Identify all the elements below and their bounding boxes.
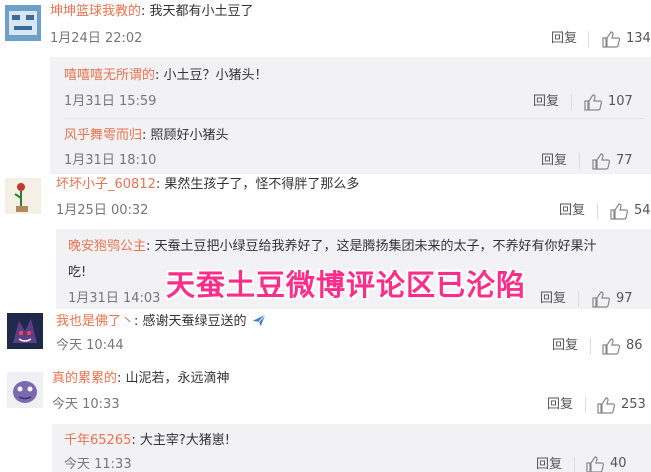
username-link[interactable]: 千年65265: [64, 433, 131, 448]
reply-text-continued: 吃!: [68, 264, 86, 282]
reply-button[interactable]: 回复: [551, 31, 577, 47]
like-button[interactable]: 54: [610, 202, 651, 220]
separator: [578, 291, 579, 307]
overlay-caption: 天蚕土豆微博评论区已沦陷: [166, 268, 527, 302]
avatar-image: [7, 372, 43, 408]
comment-body: 我也是佛了丶: 感谢天蚕绿豆送的: [56, 312, 267, 334]
reply-body: 风乎舞雩而归: 照顾好小猪头: [64, 127, 229, 145]
colon: :: [146, 239, 151, 254]
colon: :: [142, 128, 147, 143]
comment-text: 感谢天蚕绿豆送的: [142, 314, 247, 329]
username-link[interactable]: 晚安狍鸮公主: [68, 239, 146, 254]
reply-button[interactable]: 回复: [541, 153, 567, 169]
thumbs-up-icon: [586, 455, 604, 472]
separator: [571, 94, 572, 110]
timestamp: 1月31日 15:59: [64, 94, 157, 109]
colon: :: [141, 4, 146, 19]
separator: [574, 457, 575, 472]
username-link[interactable]: 坏坏小子_60812: [56, 177, 156, 192]
thumbs-up-icon: [584, 93, 602, 111]
like-button[interactable]: 107: [584, 93, 633, 111]
timestamp: 1月24日 22:02: [50, 31, 143, 46]
avatar[interactable]: [5, 5, 41, 41]
reply-body: 千年65265: 大主宰?大猪崽!: [64, 432, 230, 450]
like-count: 107: [608, 94, 633, 109]
reply-button[interactable]: 回复: [536, 457, 562, 472]
separator: [597, 203, 598, 219]
reply-body: 晚安狍鸮公主: 天蚕土豆把小绿豆给我养好了，这是腾扬集团未来的太子，不养好有你好…: [68, 238, 597, 256]
reply-text: 小土豆？小猪头！: [163, 68, 268, 83]
comment-text: 山泥若，永远滴神: [125, 371, 230, 386]
reply-body: 嘻嘻嘻无所谓的: 小土豆？小猪头！: [64, 67, 268, 85]
reply-text: 照顾好小猪头: [150, 128, 229, 143]
like-button[interactable]: 77: [592, 152, 633, 170]
reply-text: 大主宰?大猪崽!: [139, 433, 231, 448]
like-count: 77: [616, 153, 633, 168]
timestamp: 今天 11:33: [64, 457, 132, 472]
username-link[interactable]: 风乎舞雩而归: [64, 128, 142, 143]
comment-text: 果然生孩子了，怪不得胖了那么多: [164, 177, 360, 192]
avatar-image: [7, 313, 43, 349]
comment-body: 真的累累的: 山泥若，永远滴神: [52, 370, 230, 388]
colon: :: [155, 177, 161, 192]
like-count: 40: [610, 456, 627, 471]
like-button[interactable]: 134: [602, 30, 651, 48]
reply-text: 天蚕土豆把小绿豆给我养好了，这是腾扬集团未来的太子，不养好有你好果汁: [154, 239, 597, 254]
avatar-image: [5, 178, 41, 214]
comment-text: 我天都有小土豆了: [149, 4, 254, 19]
like-count: 86: [626, 338, 643, 353]
separator: [579, 153, 580, 169]
thumbs-up-icon: [602, 30, 620, 48]
username-link[interactable]: 嘻嘻嘻无所谓的: [64, 68, 155, 83]
avatar[interactable]: [7, 313, 43, 349]
colon: :: [117, 371, 122, 386]
colon: :: [131, 433, 136, 448]
username-link[interactable]: 真的累累的: [52, 371, 117, 386]
like-button[interactable]: 86: [602, 337, 643, 355]
like-count: 253: [621, 397, 646, 412]
thumbs-up-icon: [610, 202, 628, 220]
airplane-icon: [251, 312, 267, 334]
reply-button[interactable]: 回复: [559, 203, 585, 219]
like-count: 54: [634, 203, 651, 218]
username-link[interactable]: 坤坤篮球我教的: [50, 4, 141, 19]
timestamp: 今天 10:44: [56, 338, 124, 353]
colon: :: [155, 68, 160, 83]
comment-body: 坤坤篮球我教的: 我天都有小土豆了: [50, 3, 254, 21]
avatar[interactable]: [5, 178, 41, 214]
like-count: 134: [626, 31, 651, 46]
thumbs-up-icon: [602, 337, 620, 355]
like-button[interactable]: 40: [586, 455, 627, 472]
divider: [64, 118, 644, 119]
thumbs-up-icon: [597, 396, 615, 414]
reply-button[interactable]: 回复: [552, 338, 578, 354]
like-button[interactable]: 253: [597, 396, 646, 414]
separator: [590, 338, 591, 354]
reply-text-line2: 吃!: [68, 265, 87, 280]
separator: [588, 31, 589, 47]
thumbs-up-icon: [592, 290, 610, 308]
timestamp: 1月31日 18:10: [64, 153, 157, 168]
comment-body: 坏坏小子_60812: 果然生孩子了，怪不得胖了那么多: [56, 176, 359, 194]
thumbs-up-icon: [592, 152, 610, 170]
timestamp: 1月31日 14:03: [68, 291, 161, 306]
timestamp: 1月25日 00:32: [56, 203, 149, 218]
reply-button[interactable]: 回复: [540, 291, 566, 307]
colon: :: [134, 314, 139, 329]
reply-button[interactable]: 回复: [547, 397, 573, 413]
reply-button[interactable]: 回复: [533, 94, 559, 110]
avatar-image: [5, 5, 41, 41]
avatar[interactable]: [7, 372, 43, 408]
username-link[interactable]: 我也是佛了丶: [56, 314, 134, 329]
like-count: 97: [616, 291, 633, 306]
timestamp: 今天 10:33: [52, 397, 120, 412]
separator: [585, 397, 586, 413]
like-button[interactable]: 97: [592, 290, 633, 308]
